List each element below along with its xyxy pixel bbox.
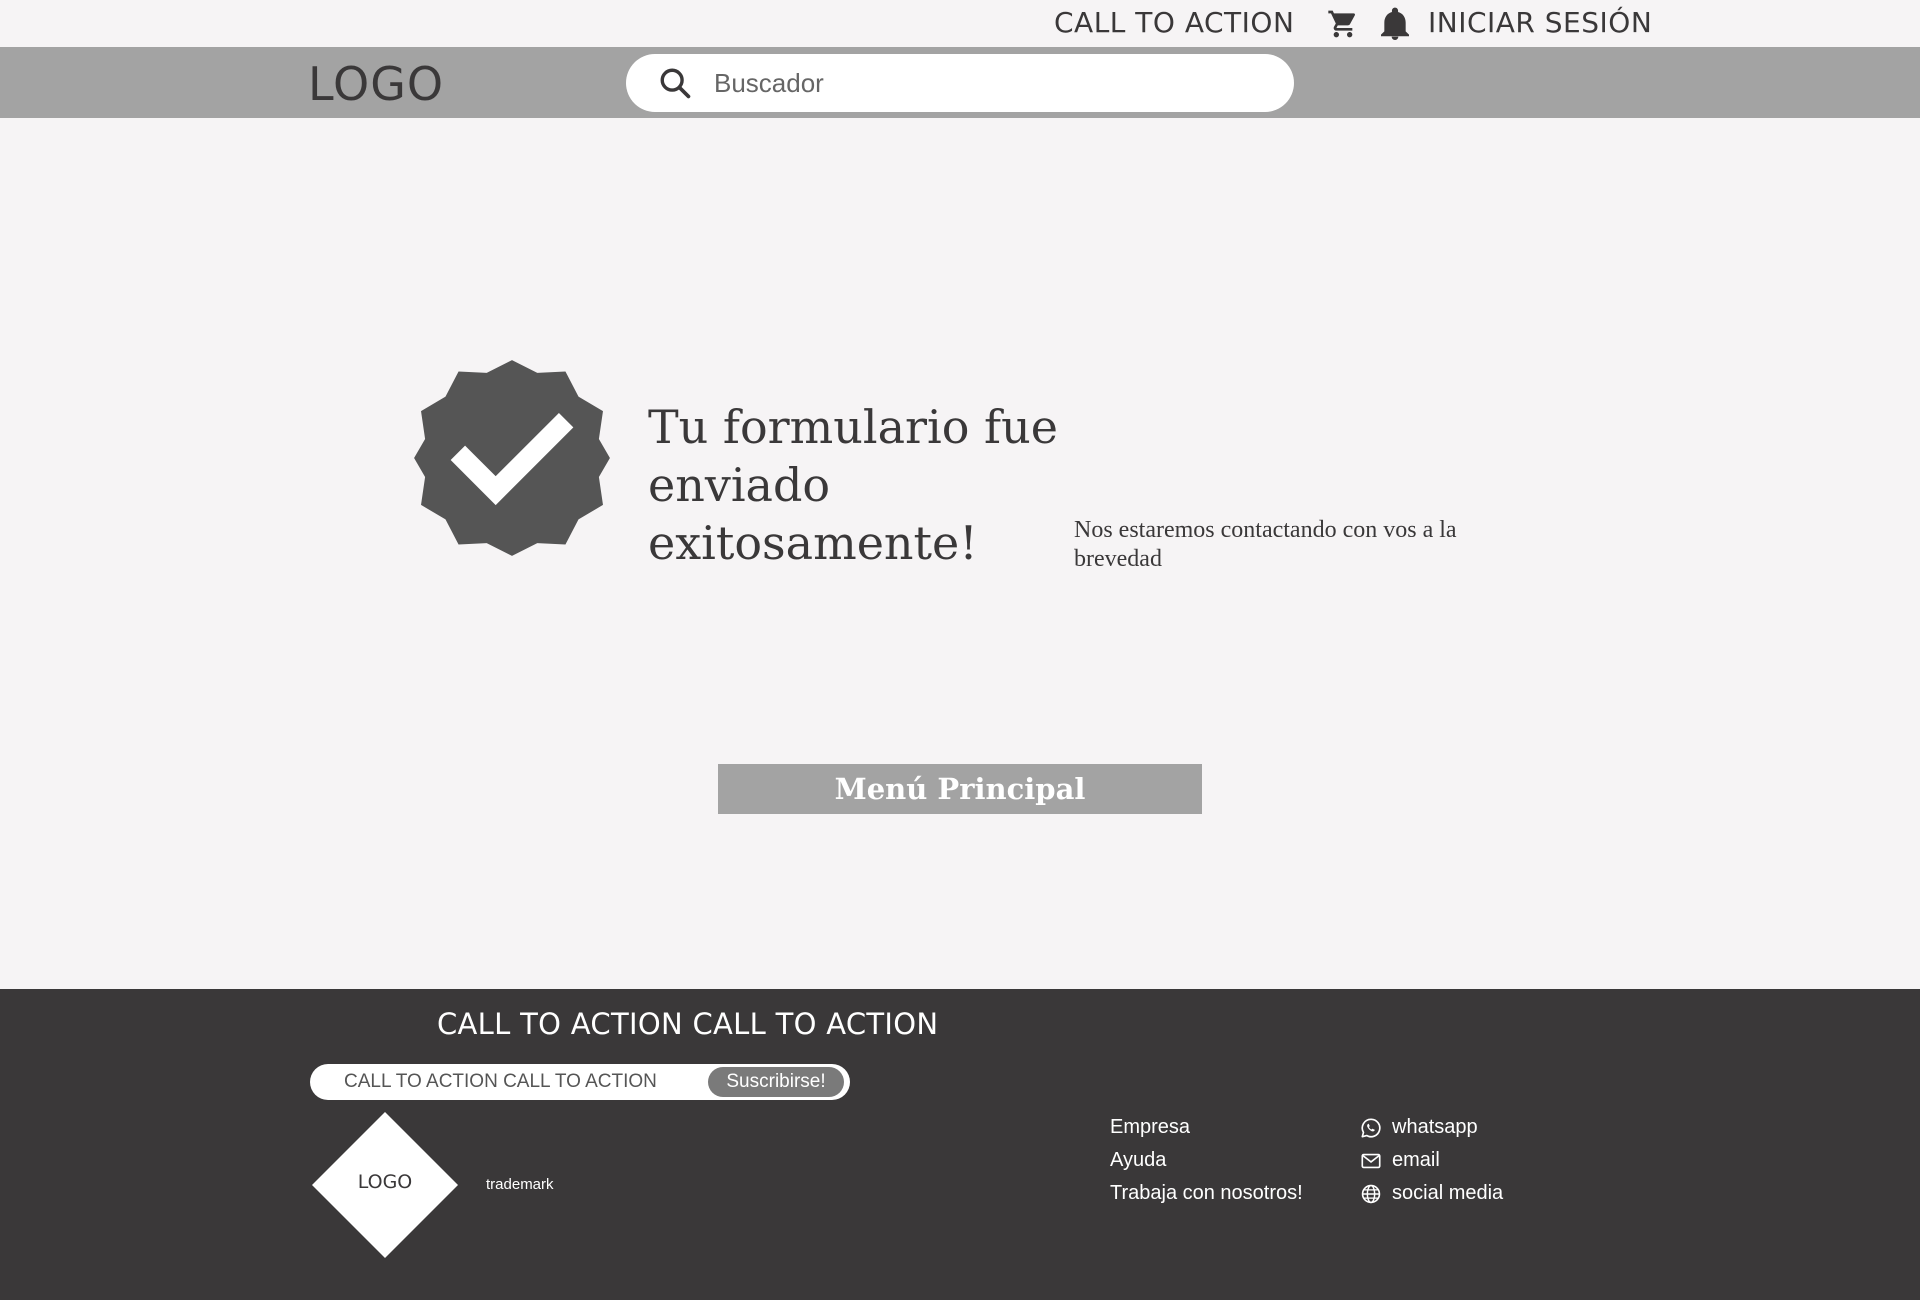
footer-contacts: whatsapp email social media — [1360, 1111, 1503, 1210]
footer: CALL TO ACTION CALL TO ACTION Suscribirs… — [0, 989, 1920, 1300]
success-title: Tu formulario fue enviado exitosamente! — [648, 400, 1058, 570]
footer-link-ayuda[interactable]: Ayuda — [1110, 1144, 1303, 1177]
trademark-text: trademark — [486, 1176, 554, 1193]
contact-social-media-label: social media — [1392, 1182, 1504, 1204]
header-logo[interactable]: LOGO — [308, 57, 444, 111]
footer-logo-text: LOGO — [357, 1171, 413, 1193]
search-box[interactable] — [626, 54, 1294, 112]
verified-badge-icon — [414, 360, 610, 556]
contact-whatsapp-label: whatsapp — [1392, 1116, 1478, 1138]
search-input[interactable] — [714, 67, 1274, 99]
top-utility-bar: CALL TO ACTION INICIAR SESIÓN — [0, 0, 1920, 47]
subscribe-button[interactable]: Suscribirse! — [708, 1067, 844, 1097]
email-icon — [1361, 1153, 1381, 1168]
header-bar: LOGO — [0, 47, 1920, 118]
cart-icon[interactable] — [1327, 8, 1359, 40]
main-menu-button[interactable]: Menú Principal — [718, 764, 1202, 814]
success-message: Nos estaremos contactando con vos a la b… — [1074, 517, 1457, 572]
top-call-to-action-link[interactable]: CALL TO ACTION — [1054, 6, 1294, 39]
subscribe-email-input[interactable] — [344, 1069, 674, 1095]
whatsapp-icon — [1361, 1117, 1381, 1138]
login-link[interactable]: INICIAR SESIÓN — [1428, 6, 1652, 39]
contact-email[interactable]: email — [1360, 1144, 1503, 1177]
search-icon[interactable] — [658, 66, 692, 100]
footer-link-trabaja[interactable]: Trabaja con nosotros! — [1110, 1177, 1303, 1210]
footer-logo[interactable]: LOGO — [312, 1112, 458, 1258]
contact-social-media[interactable]: social media — [1360, 1177, 1503, 1210]
globe-icon — [1361, 1184, 1381, 1203]
footer-links: Empresa Ayuda Trabaja con nosotros! — [1110, 1111, 1303, 1210]
contact-whatsapp[interactable]: whatsapp — [1360, 1111, 1503, 1144]
subscribe-form: Suscribirse! — [310, 1064, 850, 1100]
bell-icon[interactable] — [1379, 6, 1411, 42]
contact-email-label: email — [1392, 1149, 1440, 1171]
footer-link-empresa[interactable]: Empresa — [1110, 1111, 1303, 1144]
footer-cta-heading: CALL TO ACTION CALL TO ACTION — [437, 1007, 939, 1041]
